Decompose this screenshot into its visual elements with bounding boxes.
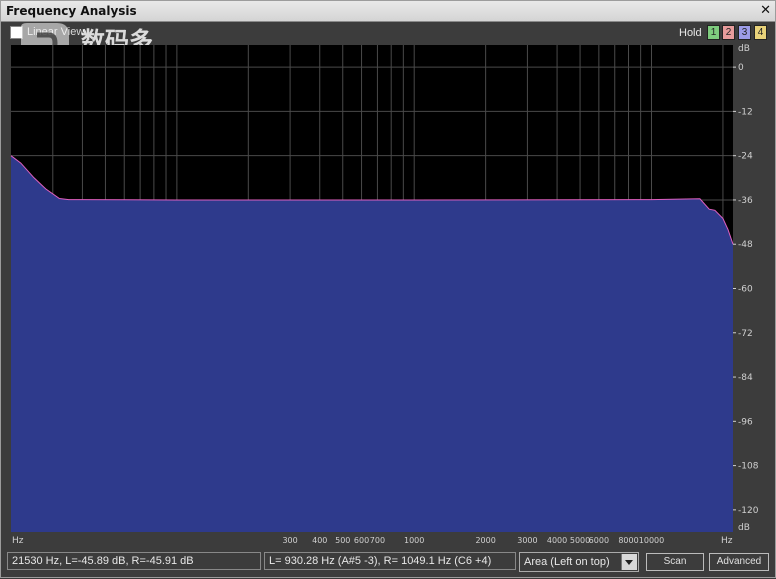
hold-button-label: 2 (725, 27, 732, 38)
x-tick-label: 500 (335, 536, 350, 545)
x-tick-label: 10000 (639, 536, 664, 545)
y-tick-label: -72 (738, 329, 753, 339)
x-axis-panel (11, 532, 733, 548)
hold-button-2[interactable]: 2 (722, 25, 735, 40)
hold-button-3[interactable]: 3 (738, 25, 751, 40)
plot-area (11, 45, 733, 532)
frequency-analysis-window: Frequency Analysis ✕ Linear View 数码多 Soo… (0, 0, 776, 578)
window-title: Frequency Analysis (6, 4, 137, 18)
spectrum-area (11, 155, 733, 532)
hold-label: Hold (679, 27, 702, 39)
hold-button-4[interactable]: 4 (754, 25, 767, 40)
chevron-down-icon[interactable] (621, 554, 637, 570)
x-tick-label: 1000 (404, 536, 424, 545)
hold-button-label: 3 (741, 27, 748, 38)
scan-button[interactable]: Scan (646, 553, 704, 571)
soomal-logo-icon (21, 23, 69, 71)
y-unit-top: dB (738, 44, 750, 54)
y-axis-panel (733, 45, 775, 548)
title-bar[interactable]: Frequency Analysis ✕ (1, 1, 775, 22)
y-tick-label: -60 (738, 285, 753, 295)
x-tick-label: 5000 (570, 536, 590, 545)
y-tick-label: 0 (738, 63, 744, 73)
watermark-en: Soomal.com (101, 51, 174, 66)
y-unit-bottom: dB (738, 523, 750, 533)
hold-button-label: 4 (757, 27, 764, 38)
x-tick-label: 600 (354, 536, 369, 545)
x-tick-label: 700 (370, 536, 385, 545)
y-tick-label: -36 (738, 196, 753, 206)
display-mode-value: Area (Left on top) (524, 556, 610, 568)
hold-button-1[interactable]: 1 (707, 25, 720, 40)
x-tick-label: 300 (282, 536, 297, 545)
x-unit-left: Hz (12, 536, 24, 546)
y-tick-label: -48 (738, 240, 753, 250)
advanced-button[interactable]: Advanced (709, 553, 769, 571)
spectrum-outline (10, 155, 734, 245)
x-unit-right: Hz (721, 536, 733, 546)
x-tick-label: 2000 (475, 536, 495, 545)
x-tick-label: 6000 (589, 536, 609, 545)
y-tick-label: -108 (738, 462, 759, 472)
y-tick-label: -84 (738, 373, 753, 383)
x-tick-label: 4000 (547, 536, 567, 545)
peak-readout: L= 930.28 Hz (A#5 -3), R= 1049.1 Hz (C6 … (264, 552, 516, 570)
close-icon[interactable]: ✕ (760, 3, 771, 18)
y-tick-label: -12 (738, 107, 753, 117)
x-tick-label: 3000 (517, 536, 537, 545)
x-tick-label: 8000 (618, 536, 638, 545)
y-tick-label: -96 (738, 417, 753, 427)
x-tick-label: 400 (312, 536, 327, 545)
cursor-readout: 21530 Hz, L=-45.89 dB, R=-45.91 dB (7, 552, 261, 570)
hold-button-label: 1 (710, 27, 717, 38)
display-mode-select[interactable]: Area (Left on top) (519, 552, 639, 572)
y-tick-label: -120 (738, 506, 759, 516)
y-tick-label: -24 (738, 152, 753, 162)
spectrum-chart: 0 -12 -24 -36 -48 -60 -72 -84 -96 -108 -120 300 400… (10, 44, 775, 548)
